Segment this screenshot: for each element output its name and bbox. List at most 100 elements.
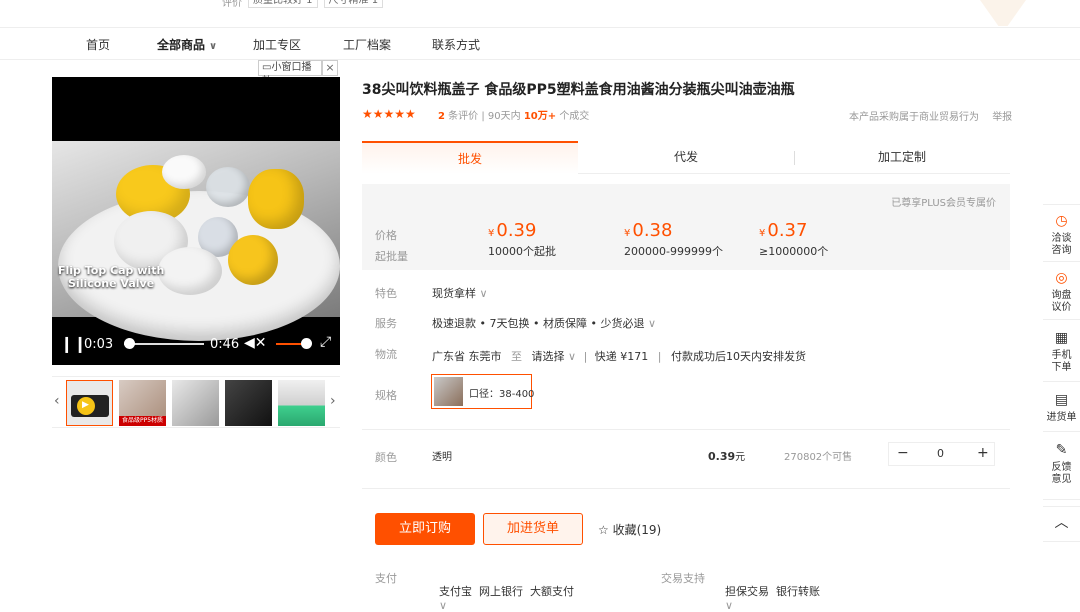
clipboard-icon: ▤	[1054, 392, 1069, 408]
video-caption-line: Silicone Valve	[68, 277, 155, 290]
sidebar-item-feedback[interactable]: ✎ 反馈 意见	[1043, 432, 1080, 500]
sidebar-item-cart[interactable]: ▤ 进货单	[1043, 382, 1080, 432]
chevron-down-icon[interactable]: ∨	[568, 350, 576, 363]
thumb-label: 食品级PP5材质	[119, 416, 166, 426]
sidebar-item-inquiry[interactable]: ◎ 询盘 议价	[1043, 262, 1080, 320]
currency-symbol: ¥	[624, 228, 631, 239]
progress-bar[interactable]	[124, 343, 204, 345]
feature-label: 特色	[375, 287, 397, 300]
sku-price-value: 0.39	[708, 450, 736, 463]
sidebar-label: 意见	[1051, 474, 1072, 485]
thumbnail-image[interactable]	[225, 380, 272, 426]
service-text: 极速退款 • 7天包换 • 材质保障 • 少货必退	[432, 317, 645, 330]
sku-price: 0.39元	[708, 448, 745, 463]
trade-support-text: 担保交易 银行转账	[725, 585, 820, 598]
sidebar-label: 议价	[1051, 302, 1072, 313]
trade-support[interactable]: 担保交易 银行转账 ∨	[718, 570, 820, 612]
chevron-up-icon: ︿	[1054, 515, 1069, 531]
tab-custom[interactable]: 加工定制	[794, 141, 1010, 174]
currency-symbol: ¥	[759, 228, 766, 239]
order-now-button[interactable]: 立即订购	[375, 513, 475, 545]
thumbnail-image[interactable]: 食品级PP5材质	[119, 380, 166, 426]
favorite-button[interactable]: ☆ 收藏(19)	[598, 521, 661, 538]
tab-dropship[interactable]: 代发	[578, 141, 794, 174]
mini-window-button[interactable]: ▭小窗口播放	[258, 60, 322, 87]
chevron-down-icon: ∨	[209, 41, 218, 52]
feature-value[interactable]: 现货拿样 ∨	[432, 285, 488, 301]
volume-handle[interactable]	[301, 338, 312, 349]
chevron-down-icon: ∨	[725, 599, 734, 612]
plus-icon[interactable]: +	[977, 445, 989, 461]
qty-label: 起批量	[375, 250, 408, 263]
chevron-down-icon: ∨	[479, 287, 488, 300]
review-tags-label: 评价	[222, 0, 242, 9]
spec-label: 规格	[375, 389, 397, 402]
chat-icon: ◷	[1055, 213, 1068, 229]
payment-label: 支付	[375, 572, 397, 585]
star-icon: ☆	[598, 523, 609, 537]
nav-item-processing[interactable]: 加工专区	[253, 36, 301, 53]
fullscreen-icon[interactable]: ⤢	[320, 334, 331, 350]
sku-stock: 270802个可售	[784, 452, 853, 463]
report-link[interactable]: 举报	[992, 112, 1012, 123]
close-icon[interactable]: ×	[322, 60, 338, 76]
quantity-input[interactable]: 0	[937, 447, 944, 460]
thumbnail-video[interactable]: ▶	[66, 380, 113, 426]
qr-code-icon: ▦	[1054, 330, 1069, 346]
rating-text[interactable]: 条评价	[448, 111, 478, 122]
plus-note: 已尊享PLUS会员专属价	[891, 198, 996, 209]
review-tag[interactable]: 质量比较好 1	[248, 0, 318, 8]
color-label: 颜色	[375, 451, 397, 464]
tier-qty: ≥1000000个	[759, 245, 829, 258]
price-tier: ¥0.38 200000-999999个	[624, 220, 723, 259]
thumbnail-image[interactable]	[278, 380, 325, 426]
shop-nav: 首页 全部商品 ∨ 加工专区 工厂档案 联系方式	[0, 28, 1080, 60]
back-to-top-button[interactable]: ︿	[1043, 506, 1080, 542]
separator: |	[583, 350, 588, 363]
report-area: 本产品采购属于商业贸易行为 举报	[849, 108, 1012, 123]
favorite-label: 收藏(19)	[612, 523, 662, 537]
nav-label: 首页	[86, 38, 111, 52]
spec-option[interactable]: 口径：38-400	[431, 374, 534, 409]
logistics-label: 物流	[375, 348, 397, 361]
minus-icon[interactable]: −	[897, 445, 909, 461]
video-yellow-cap	[248, 169, 304, 229]
express-fee: 快递 ¥171	[594, 350, 649, 363]
add-to-cart-button[interactable]: 加进货单	[483, 513, 583, 545]
feature-text: 现货拿样	[432, 287, 476, 300]
payment-methods[interactable]: 支付宝 网上银行 大额支付 ∨	[432, 570, 574, 612]
sidebar-item-chat[interactable]: ◷ 洽谈 咨询	[1043, 204, 1080, 262]
nav-item-home[interactable]: 首页	[86, 36, 110, 53]
top-strip: 评价 质量比较好 1 尺寸精准 1	[0, 0, 1080, 28]
separator: |	[657, 350, 662, 363]
video-caption-line: Flip Top Cap with	[58, 264, 165, 277]
thumbnail-image[interactable]	[172, 380, 219, 426]
video-white-cap	[158, 247, 222, 295]
nav-label: 全部商品	[157, 38, 206, 52]
nav-item-all-products[interactable]: 全部商品 ∨	[157, 36, 217, 53]
chevron-left-icon[interactable]: ‹	[54, 393, 60, 409]
video-clear-cap	[206, 167, 250, 207]
pause-icon[interactable]: ❙❙	[60, 334, 87, 353]
separator: |	[481, 111, 485, 122]
product-video[interactable]: Flip Top Cap with Silicone Valve ❙❙ 0:03…	[52, 77, 340, 365]
chevron-right-icon[interactable]: ›	[330, 393, 336, 409]
progress-handle[interactable]	[123, 338, 135, 349]
tier-price: 0.38	[632, 220, 673, 241]
video-frame	[52, 141, 340, 341]
tab-wholesale[interactable]: 批发	[362, 141, 578, 174]
sidebar-label: 洽谈	[1051, 233, 1072, 244]
color-value: 透明	[432, 452, 452, 463]
review-tags: 评价 质量比较好 1 尺寸精准 1	[222, 0, 384, 9]
review-tag[interactable]: 尺寸精准 1	[323, 0, 384, 8]
rating-count[interactable]: 2	[438, 111, 445, 122]
logistics-to-label: 至	[511, 350, 522, 363]
service-value[interactable]: 极速退款 • 7天包换 • 材质保障 • 少货必退 ∨	[432, 315, 656, 331]
mute-icon[interactable]: ◀✕	[244, 335, 267, 351]
sidebar-item-mobile[interactable]: ▦ 手机 下单	[1043, 320, 1080, 382]
nav-item-contact[interactable]: 联系方式	[432, 36, 480, 53]
nav-item-factory[interactable]: 工厂档案	[343, 36, 391, 53]
destination-select[interactable]: 请选择	[532, 350, 565, 363]
trade-support-label: 交易支持	[661, 572, 705, 585]
video-white-cap	[162, 155, 206, 189]
